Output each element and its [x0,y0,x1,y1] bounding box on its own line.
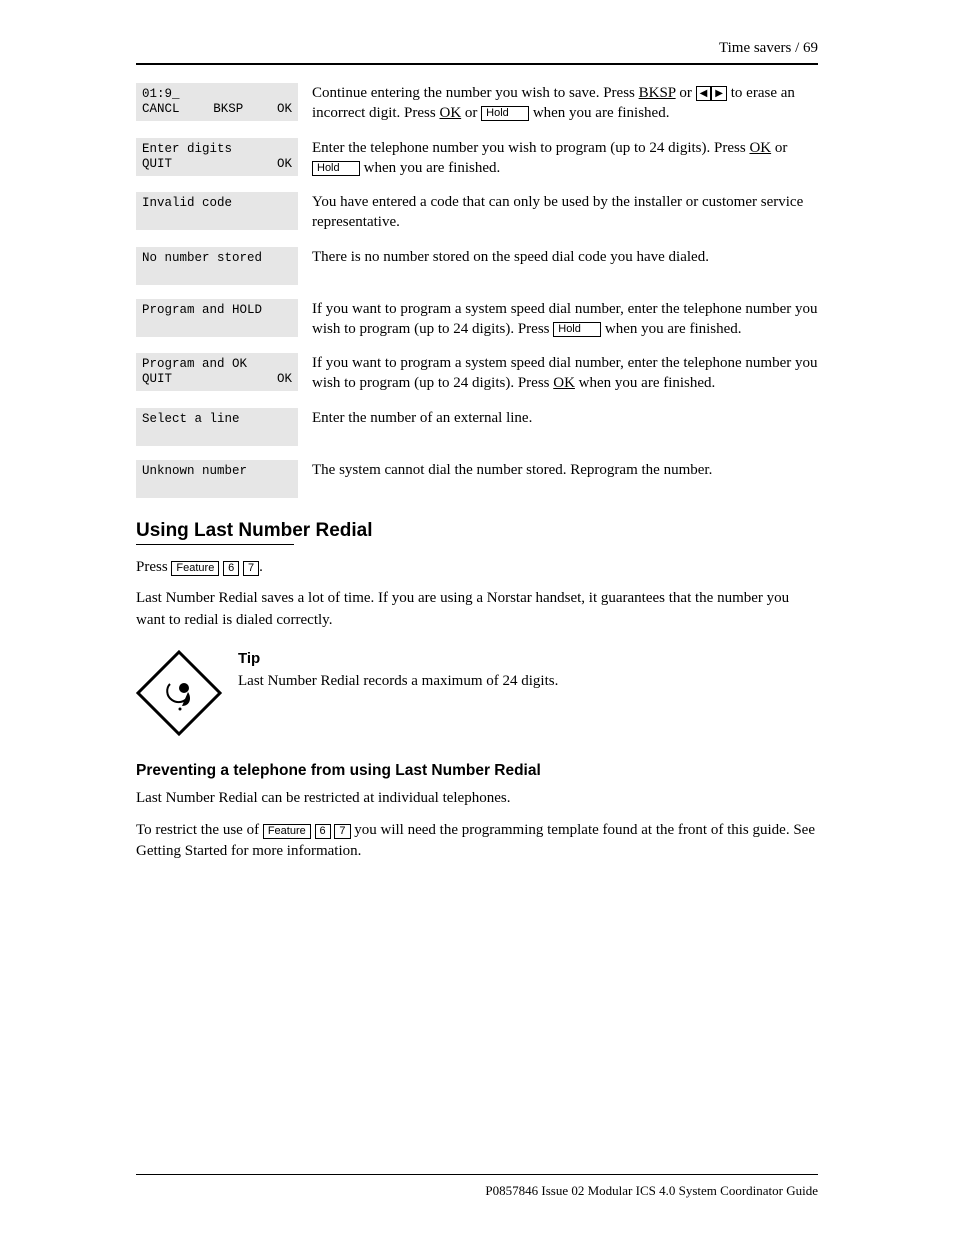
display-row: Select a line Enter the number of an exte… [136,408,818,446]
display-line: Invalid code [142,196,292,211]
hold-key: Hold [312,161,360,176]
display-line: Unknown number [142,464,292,479]
display-row: No number stored There is no number store… [136,247,818,285]
tip-text: Last Number Redial records a maximum of … [238,671,818,693]
volume-up-icon: ▶ [711,86,727,101]
display-line: QUITOK [142,157,292,172]
feature-key-2: Feature [263,824,311,839]
display-description: You have entered a code that can only be… [312,192,818,233]
display-description: There is no number stored on the speed d… [312,247,818,267]
phone-display: Enter digitsQUITOK [136,138,298,176]
feature-key: Feature [171,561,219,576]
ok-softkey: OK [439,105,461,121]
display-line: QUITOK [142,372,292,387]
phone-display: 01:9_CANCLBKSPOK [136,83,298,121]
display-line: CANCLBKSPOK [142,102,292,117]
page-footer: P0857846 Issue 02 Modular ICS 4.0 System… [485,1183,818,1199]
phone-display: Program and OKQUITOK [136,353,298,391]
digit-key-7: 7 [243,561,259,576]
display-description: Enter the number of an external line. [312,408,818,428]
display-line: Program and HOLD [142,303,292,318]
tip-icon [136,650,222,736]
display-line: Select a line [142,412,292,427]
tip-title: Tip [238,650,818,667]
subsection-title: Preventing a telephone from using Last N… [136,762,818,780]
display-description: Enter the telephone number you wish to p… [312,138,818,179]
display-row: Enter digitsQUITOK Enter the telephone nu… [136,138,818,179]
display-description: Continue entering the number you wish to… [312,83,818,124]
display-line: 01:9_ [142,87,292,102]
display-row: Program and OKQUITOK If you want to progr… [136,353,818,394]
display-description: If you want to program a system speed di… [312,299,818,340]
digit-key-6b: 6 [315,824,331,839]
display-row: 01:9_CANCLBKSPOK Continue entering the nu… [136,83,818,124]
phone-display: Select a line [136,408,298,446]
sub-paragraph-1: Last Number Redial can be restricted at … [136,788,818,810]
section-title: Using Last Number Redial [136,520,818,542]
bksp-softkey: BKSP [639,85,676,101]
display-description: If you want to program a system speed di… [312,353,818,394]
display-row: Unknown number The system cannot dial the… [136,460,818,498]
bottom-rule [136,1174,818,1175]
breadcrumb: Time savers / 69 [136,40,818,57]
section-paragraph: Last Number Redial saves a lot of time. … [136,588,818,632]
phone-display: Invalid code [136,192,298,230]
display-description: The system cannot dial the number stored… [312,460,818,480]
ok-softkey: OK [553,375,575,391]
display-rows: 01:9_CANCLBKSPOK Continue entering the nu… [136,83,818,498]
display-line: Program and OK [142,357,292,372]
digit-key-6: 6 [223,561,239,576]
display-line: No number stored [142,251,292,266]
hold-key: Hold [553,322,601,337]
display-line: Enter digits [142,142,292,157]
sub-paragraph-2: To restrict the use of Feature 6 7 you w… [136,820,818,864]
phone-display: Unknown number [136,460,298,498]
display-row: Invalid code You have entered a code that… [136,192,818,233]
ok-softkey: OK [749,140,771,156]
digit-key-7b: 7 [334,824,350,839]
volume-down-icon: ◀ [696,86,712,101]
section-intro: Press Feature 6 7. [136,557,818,579]
hold-key: Hold [481,106,529,121]
phone-display: Program and HOLD [136,299,298,337]
top-rule [136,63,818,65]
section-underline [136,544,294,545]
tip-block: Tip Last Number Redial records a maximum… [136,650,818,736]
display-row: Program and HOLD If you want to program a… [136,299,818,340]
phone-display: No number stored [136,247,298,285]
